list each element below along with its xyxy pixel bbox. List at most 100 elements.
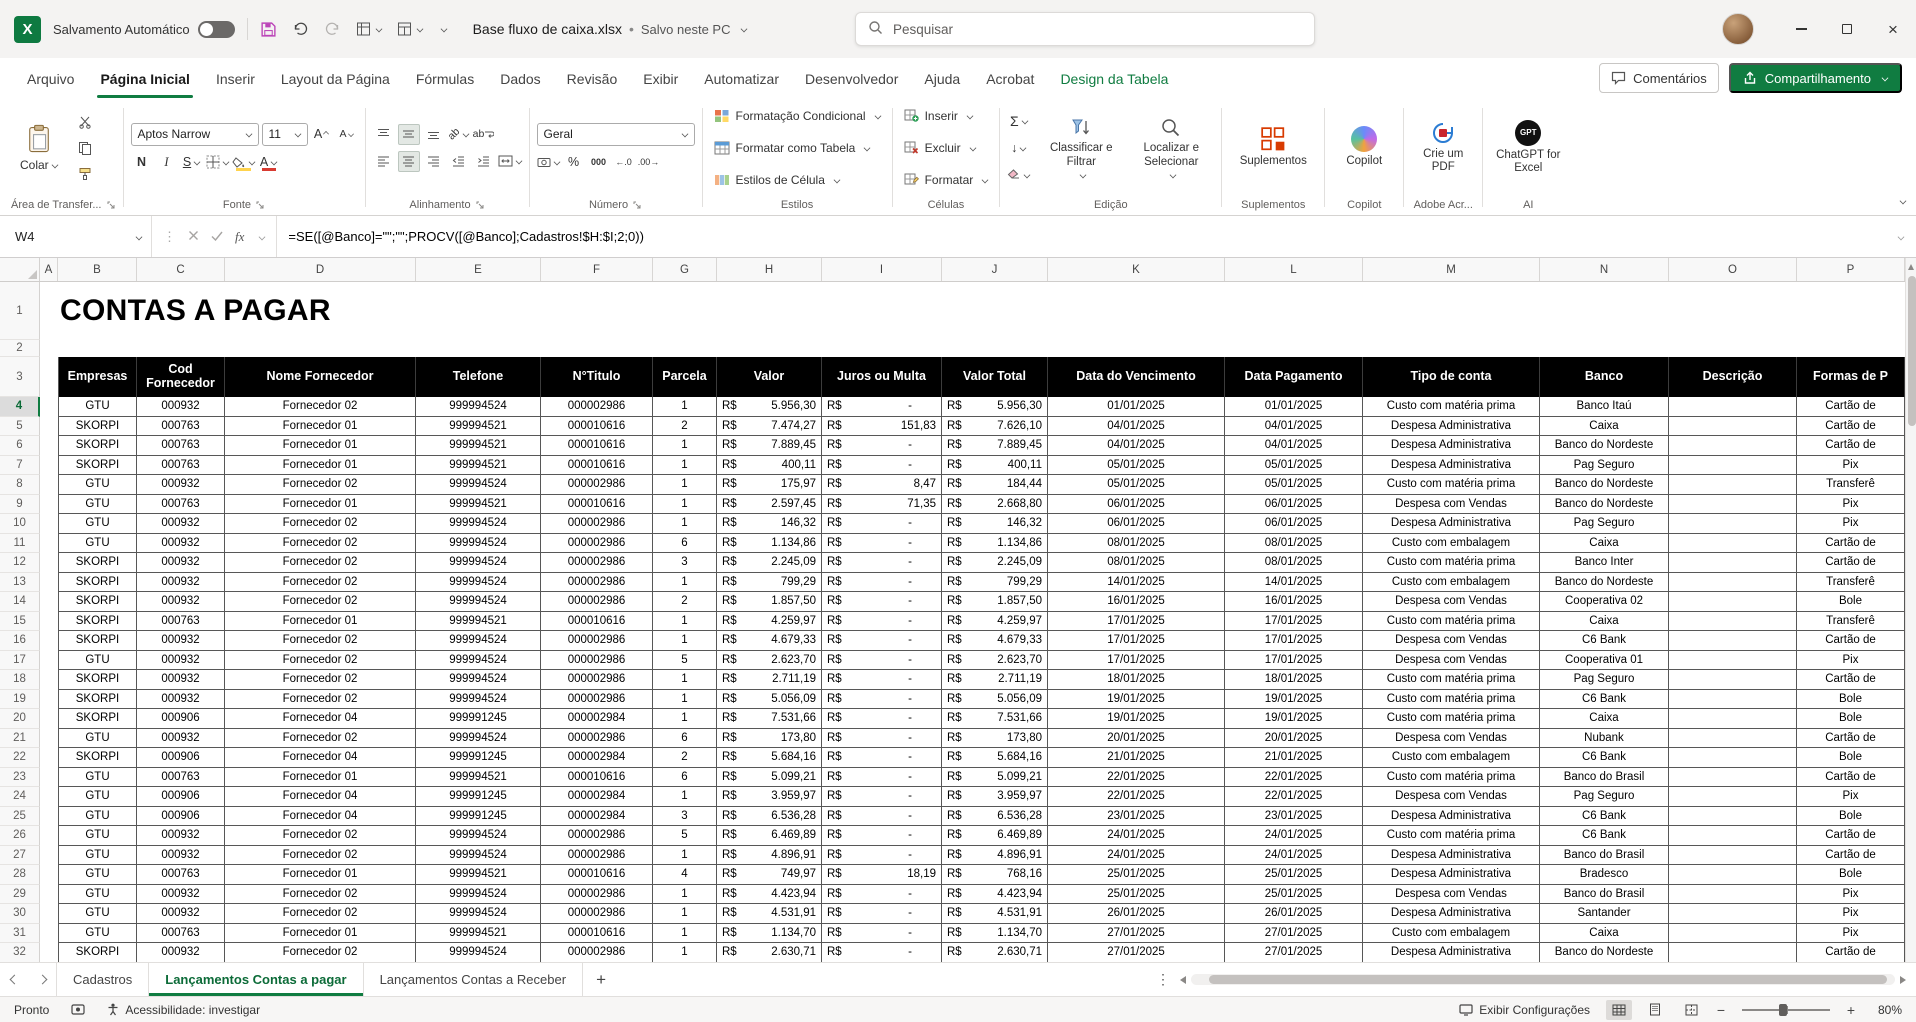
close-button[interactable]: ×: [1870, 0, 1916, 58]
column-header-O[interactable]: O: [1669, 258, 1797, 281]
cell[interactable]: R$2.623,70: [942, 651, 1048, 671]
cell[interactable]: 999994524: [416, 846, 541, 866]
cell[interactable]: R$146,32: [942, 514, 1048, 534]
chatgpt-button[interactable]: GPT ChatGPT for Excel: [1490, 118, 1566, 177]
cell[interactable]: Fornecedor 02: [225, 475, 416, 495]
cell[interactable]: 000932: [137, 514, 225, 534]
cell[interactable]: GTU: [58, 729, 137, 749]
cell[interactable]: 000932: [137, 651, 225, 671]
cell[interactable]: 19/01/2025: [1048, 690, 1225, 710]
cell[interactable]: Caixa: [1540, 709, 1669, 729]
cell[interactable]: 6: [653, 768, 717, 788]
row-number[interactable]: 3: [0, 357, 40, 397]
ribbon-tab-acrobat[interactable]: Acrobat: [973, 71, 1047, 98]
cell[interactable]: GTU: [58, 885, 137, 905]
cell[interactable]: 000932: [137, 943, 225, 962]
column-a-cell[interactable]: [40, 495, 58, 515]
cell[interactable]: 1: [653, 612, 717, 632]
cell[interactable]: Bole: [1797, 592, 1905, 612]
column-header-M[interactable]: M: [1363, 258, 1540, 281]
cell[interactable]: GTU: [58, 397, 137, 417]
column-a-cell[interactable]: [40, 436, 58, 456]
cell[interactable]: 1: [653, 690, 717, 710]
currency-format-button[interactable]: [537, 152, 560, 173]
cell[interactable]: Cartão de: [1797, 631, 1905, 651]
cell[interactable]: Pix: [1797, 924, 1905, 944]
cell[interactable]: 23/01/2025: [1225, 807, 1363, 827]
increase-indent-icon[interactable]: [473, 151, 495, 172]
cell[interactable]: R$3.959,97: [717, 787, 822, 807]
decrease-indent-icon[interactable]: [448, 151, 470, 172]
cell[interactable]: 19/01/2025: [1225, 690, 1363, 710]
cell[interactable]: Fornecedor 01: [225, 612, 416, 632]
cell[interactable]: Bole: [1797, 690, 1905, 710]
cell[interactable]: [1669, 846, 1797, 866]
cell[interactable]: Despesa Administrativa: [1363, 417, 1540, 437]
row-number[interactable]: 10: [0, 514, 40, 534]
cell[interactable]: [1669, 534, 1797, 554]
cell[interactable]: Despesa Administrativa: [1363, 456, 1540, 476]
cell[interactable]: R$4.679,33: [717, 631, 822, 651]
cell[interactable]: Despesa Administrativa: [1363, 807, 1540, 827]
column-a-cell[interactable]: [40, 651, 58, 671]
column-a-cell[interactable]: [40, 592, 58, 612]
cell[interactable]: [1669, 768, 1797, 788]
cell[interactable]: Banco do Nordeste: [1540, 436, 1669, 456]
cell[interactable]: Cartão de: [1797, 553, 1905, 573]
cell[interactable]: 000010616: [541, 417, 653, 437]
cell[interactable]: 04/01/2025: [1048, 417, 1225, 437]
cell[interactable]: R$-: [822, 553, 942, 573]
horizontal-scroll-thumb[interactable]: [1209, 975, 1887, 984]
table-header-cell[interactable]: Cod Fornecedor: [137, 357, 225, 397]
cell[interactable]: R$-: [822, 787, 942, 807]
cell[interactable]: Custo com matéria prima: [1363, 768, 1540, 788]
cell[interactable]: 25/01/2025: [1048, 885, 1225, 905]
accessibility-status[interactable]: Acessibilidade: investigar: [107, 1003, 260, 1017]
cell[interactable]: Despesa com Vendas: [1363, 729, 1540, 749]
cell[interactable]: 000002986: [541, 729, 653, 749]
ribbon-tab-desenvolvedor[interactable]: Desenvolvedor: [792, 71, 911, 98]
cell[interactable]: 000932: [137, 904, 225, 924]
cell[interactable]: [1669, 573, 1797, 593]
cell[interactable]: 1: [653, 514, 717, 534]
zoom-out-button[interactable]: −: [1714, 1002, 1728, 1018]
cell[interactable]: R$173,80: [717, 729, 822, 749]
cell[interactable]: [1669, 631, 1797, 651]
cell[interactable]: 000010616: [541, 612, 653, 632]
cell[interactable]: Bole: [1797, 865, 1905, 885]
cell[interactable]: 1: [653, 495, 717, 515]
autosum-button[interactable]: Σ: [1007, 110, 1030, 131]
merge-tool-icon[interactable]: [397, 22, 423, 36]
cell[interactable]: 000002986: [541, 826, 653, 846]
cell[interactable]: 000002986: [541, 846, 653, 866]
cell[interactable]: 000002986: [541, 397, 653, 417]
cell[interactable]: 999994524: [416, 943, 541, 962]
column-a-cell[interactable]: [40, 670, 58, 690]
cell[interactable]: R$5.956,30: [942, 397, 1048, 417]
cell[interactable]: GTU: [58, 495, 137, 515]
cell[interactable]: 24/01/2025: [1225, 846, 1363, 866]
cell[interactable]: SKORPI: [58, 670, 137, 690]
align-middle-icon[interactable]: [398, 124, 420, 145]
row-number[interactable]: 16: [0, 631, 40, 651]
column-a-cell[interactable]: [40, 768, 58, 788]
cell[interactable]: 21/01/2025: [1048, 748, 1225, 768]
cell[interactable]: 000932: [137, 573, 225, 593]
column-header-D[interactable]: D: [225, 258, 416, 281]
row-number[interactable]: 7: [0, 456, 40, 476]
scroll-up-icon[interactable]: [1908, 264, 1914, 270]
cell[interactable]: 000002986: [541, 553, 653, 573]
cell[interactable]: 000932: [137, 670, 225, 690]
new-sheet-button[interactable]: +: [583, 963, 619, 996]
ribbon-tab-arquivo[interactable]: Arquivo: [14, 71, 87, 98]
cell[interactable]: R$7.626,10: [942, 417, 1048, 437]
cell[interactable]: R$-: [822, 807, 942, 827]
cell[interactable]: 000932: [137, 826, 225, 846]
ribbon-tab-inserir[interactable]: Inserir: [203, 71, 268, 98]
column-header-H[interactable]: H: [717, 258, 822, 281]
cell[interactable]: 000932: [137, 729, 225, 749]
cell[interactable]: SKORPI: [58, 592, 137, 612]
cell[interactable]: R$146,32: [717, 514, 822, 534]
cell[interactable]: Fornecedor 01: [225, 768, 416, 788]
cell[interactable]: R$4.423,94: [942, 885, 1048, 905]
